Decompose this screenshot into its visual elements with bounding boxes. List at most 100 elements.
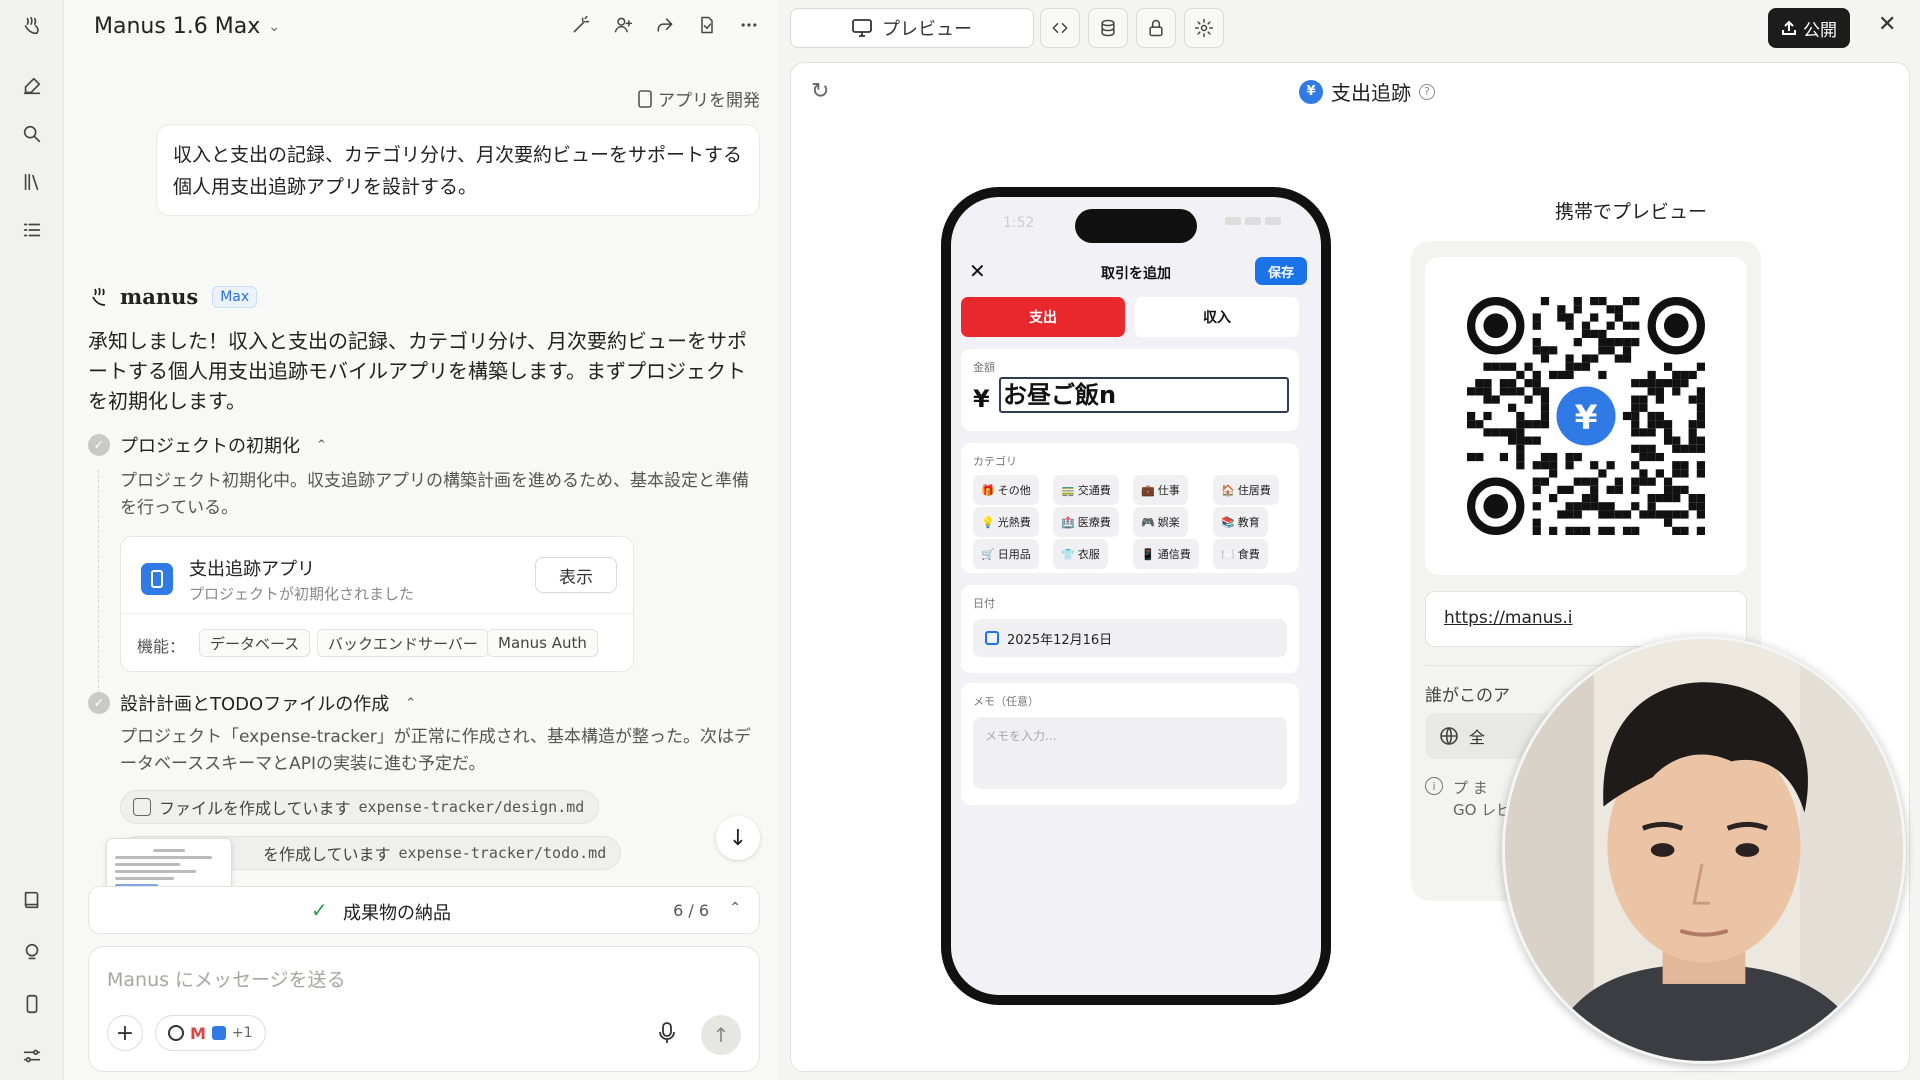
chevron-up-icon: ⌃ <box>405 695 417 711</box>
category-label: 交通費 <box>1077 484 1111 497</box>
tab-expense[interactable]: 支出 <box>961 297 1125 337</box>
file-action-design[interactable]: ファイルを作成しています expense-tracker/design.md <box>120 790 600 824</box>
chevron-up-icon: ⌃ <box>316 437 327 453</box>
code-icon <box>1052 23 1068 33</box>
project-name: 支出追跡アプリ <box>189 559 315 580</box>
lightbulb-icon[interactable] <box>16 936 48 968</box>
memo-input[interactable]: メモを入力... <box>973 717 1287 789</box>
category-chip[interactable]: 📚 教育 <box>1213 507 1268 537</box>
access-label: 誰がこのア <box>1425 686 1510 706</box>
category-chip[interactable]: 🛒 日用品 <box>973 539 1039 569</box>
tasks-list-icon[interactable] <box>16 214 48 246</box>
category-chip[interactable]: 🚃 交通費 <box>1053 475 1119 505</box>
preview-toolbar: プレビュー 公開 ✕ <box>778 0 1920 56</box>
view-button[interactable]: 表示 <box>535 557 617 593</box>
manus-logo-icon[interactable] <box>16 10 48 42</box>
category-icon: 💼 <box>1141 483 1155 497</box>
step-init-title: プロジェクトの初期化 <box>120 436 300 457</box>
category-chip[interactable]: 🏥 医療費 <box>1053 507 1119 537</box>
settings-button[interactable] <box>1184 8 1224 48</box>
settings-sliders-icon[interactable] <box>16 1040 48 1072</box>
amount-input[interactable]: お昼ご飯n <box>999 377 1289 413</box>
check-circle-icon: ✓ <box>88 434 110 456</box>
manus-hand-icon <box>92 287 106 306</box>
step-design-title: 設計計画とTODOファイルの作成 <box>120 694 390 715</box>
database-button[interactable] <box>1088 8 1128 48</box>
tab-income[interactable]: 収入 <box>1135 297 1299 337</box>
mobile-icon <box>638 89 652 108</box>
category-chip[interactable]: 💼 仕事 <box>1133 475 1188 505</box>
yen-logo-icon: ¥ <box>1299 79 1323 104</box>
microphone-button[interactable] <box>655 1019 679 1047</box>
magic-wand-icon[interactable] <box>570 14 592 36</box>
close-icon[interactable]: ✕ <box>1878 12 1896 37</box>
project-status: プロジェクトが初期化されました <box>189 585 415 603</box>
category-icon: 🍽️ <box>1221 547 1235 561</box>
more-icon[interactable] <box>738 14 760 36</box>
category-chip[interactable]: 🍽️ 食費 <box>1213 539 1268 569</box>
category-chip[interactable]: 📱 通信費 <box>1133 539 1199 569</box>
category-label: 住居費 <box>1237 484 1271 497</box>
send-button[interactable]: ↑ <box>701 1015 741 1055</box>
category-icon: 🛒 <box>981 547 995 561</box>
date-label: 日付 <box>973 597 995 610</box>
calendar-icon <box>985 631 999 645</box>
model-selector[interactable]: Manus 1.6 Max ⌄ <box>94 14 280 39</box>
deliverables-label: 成果物の納品 <box>343 903 451 924</box>
category-chip[interactable]: 💡 光熱費 <box>973 507 1039 537</box>
new-task-icon[interactable] <box>16 70 48 102</box>
file-icon[interactable] <box>696 14 718 36</box>
add-user-icon[interactable] <box>612 14 634 36</box>
category-card: カテゴリ 🎁 その他 🚃 交通費 💼 仕事 🏠 住居費 💡 光熱費 🏥 医療費 🎮 娯楽 📚 教育 🛒 日用品 👕 衣… <box>961 443 1299 573</box>
user-message: 収入と支出の記録、カテゴリ分け、月次要約ビューをサポートする個人用支出追跡アプリ… <box>156 124 760 216</box>
category-label: 教育 <box>1237 516 1260 529</box>
microphone-icon <box>659 1022 675 1043</box>
info-note: i プ ま GO レビ <box>1425 777 1513 821</box>
lock-button[interactable] <box>1136 8 1176 48</box>
scroll-down-button[interactable]: ↓ <box>716 816 760 860</box>
file-path: expense-tracker/design.md <box>358 798 585 816</box>
book-icon[interactable] <box>16 884 48 916</box>
search-icon[interactable] <box>16 118 48 150</box>
step-design-desc: プロジェクト「expense-tracker」が正常に作成され、基本構造が整った… <box>120 727 751 774</box>
step-init-desc: プロジェクト初期化中。収支追跡アプリの構築計画を進めるため、基本設定と準備を行っ… <box>120 471 749 518</box>
add-transaction-header: ✕ 取引を追加 保存 <box>951 253 1321 297</box>
library-icon[interactable] <box>16 166 48 198</box>
share-icon[interactable] <box>654 14 676 36</box>
connectors-button[interactable]: M +1 <box>155 1015 266 1051</box>
save-button[interactable]: 保存 <box>1255 257 1307 285</box>
category-chip[interactable]: 🏠 住居費 <box>1213 475 1279 505</box>
code-view-button[interactable] <box>1040 8 1080 48</box>
qr-code: ¥ <box>1467 297 1705 535</box>
preview-tab[interactable]: プレビュー <box>790 8 1034 48</box>
database-icon <box>1101 19 1115 37</box>
category-chip[interactable]: 🎁 その他 <box>973 475 1039 505</box>
help-icon[interactable]: ? <box>1419 83 1435 100</box>
mobile-icon[interactable] <box>16 988 48 1020</box>
date-picker[interactable]: 2025年12月16日 <box>973 619 1287 657</box>
develop-app-link[interactable]: アプリを開発 <box>638 86 760 111</box>
amount-label: 金額 <box>973 361 995 374</box>
deliverables-bar[interactable]: ✓ 成果物の納品 6 / 6 ⌃ <box>88 886 760 934</box>
lock-icon <box>1149 19 1163 37</box>
icon-rail <box>0 0 64 1080</box>
dynamic-island <box>1075 209 1197 243</box>
category-label: 通信費 <box>1157 548 1191 561</box>
step-init[interactable]: ✓ プロジェクトの初期化 ⌃ <box>88 432 327 458</box>
category-label: 食費 <box>1237 548 1260 561</box>
category-chip[interactable]: 🎮 娯楽 <box>1133 507 1188 537</box>
qr-code-card: ¥ <box>1425 257 1747 575</box>
category-label: カテゴリ <box>973 455 1017 468</box>
refresh-icon[interactable]: ↻ <box>811 79 829 104</box>
step-design[interactable]: ✓ 設計計画とTODOファイルの作成 ⌃ <box>88 690 416 716</box>
category-chip[interactable]: 👕 衣服 <box>1053 539 1108 569</box>
add-attachment-button[interactable]: + <box>107 1015 143 1051</box>
date-card: 日付 2025年12月16日 <box>961 585 1299 673</box>
app-title-text: 支出追跡 <box>1331 81 1411 105</box>
message-composer[interactable]: Manus にメッセージを送る + M +1 ↑ <box>88 946 760 1072</box>
agent-header: manus Max <box>88 284 258 309</box>
category-icon: 🏥 <box>1061 515 1075 529</box>
globe-icon <box>1440 727 1458 745</box>
publish-button[interactable]: 公開 <box>1768 8 1850 48</box>
message-input[interactable]: Manus にメッセージを送る <box>107 965 346 992</box>
